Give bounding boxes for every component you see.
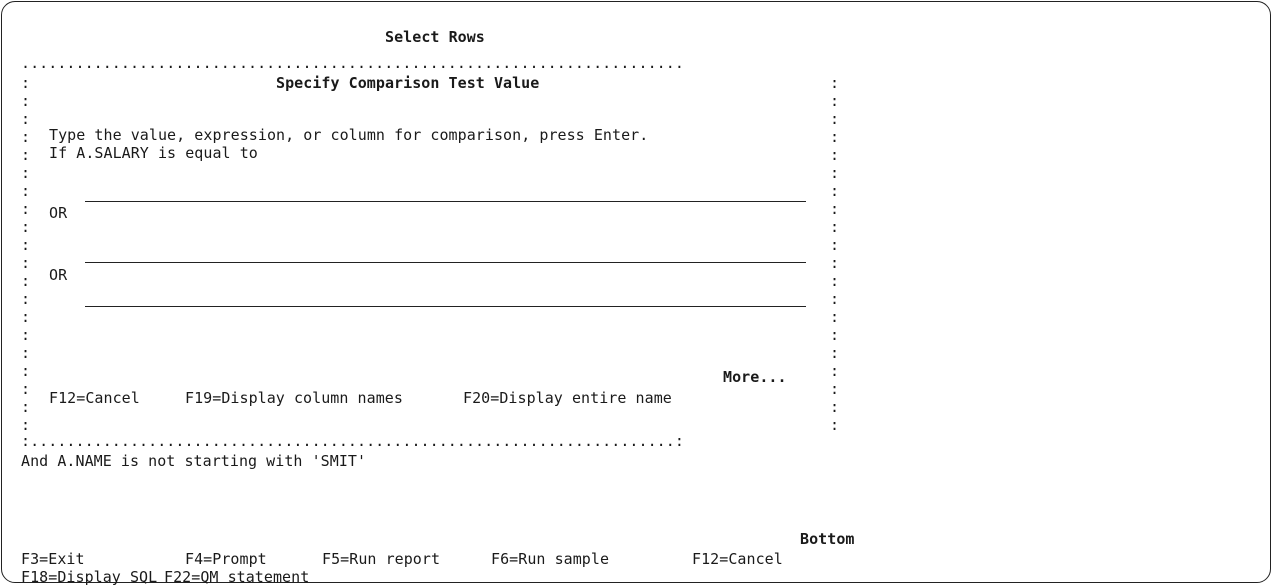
fkey-prompt[interactable]: F4=Prompt [185,550,267,568]
fkey-qm-statement[interactable]: F22=QM statement [164,568,309,586]
popup-border-bottom: :.......................................… [21,432,684,450]
fkey-cancel-main[interactable]: F12=Cancel [692,550,783,568]
comparison-value-input-2[interactable] [85,244,806,263]
fkey-exit[interactable]: F3=Exit [21,550,85,568]
fkey-display-sql[interactable]: F18=Display SQL [21,568,157,586]
position-indicator: Bottom [800,530,855,548]
screen-title: Select Rows [385,28,485,46]
comparison-condition: If A.SALARY is equal to [49,144,258,162]
or-label-1: OR [49,204,68,222]
or-label-2: OR [49,266,68,284]
popup-border-top: ........................................… [21,54,684,72]
fkey-run-sample[interactable]: F6=Run sample [491,550,609,568]
popup-border-left: : : : : : : : : : : : : : : : : : : : : [21,74,31,434]
fkey-run-report[interactable]: F5=Run report [322,550,440,568]
lower-condition: And A.NAME is not starting with 'SMIT' [21,452,367,470]
popup-instruction: Type the value, expression, or column fo… [49,126,649,144]
fkey-display-entire-name[interactable]: F20=Display entire name [463,389,672,407]
popup-border-right: : : : : : : : : : : : : : : : : : : : : [830,74,840,434]
comparison-value-input-3[interactable] [85,288,806,307]
comparison-value-input-1[interactable] [85,183,806,202]
more-indicator: More... [723,368,787,386]
fkey-display-column-names[interactable]: F19=Display column names [185,389,403,407]
fkey-cancel[interactable]: F12=Cancel [49,389,140,407]
popup-title: Specify Comparison Test Value [276,74,540,92]
